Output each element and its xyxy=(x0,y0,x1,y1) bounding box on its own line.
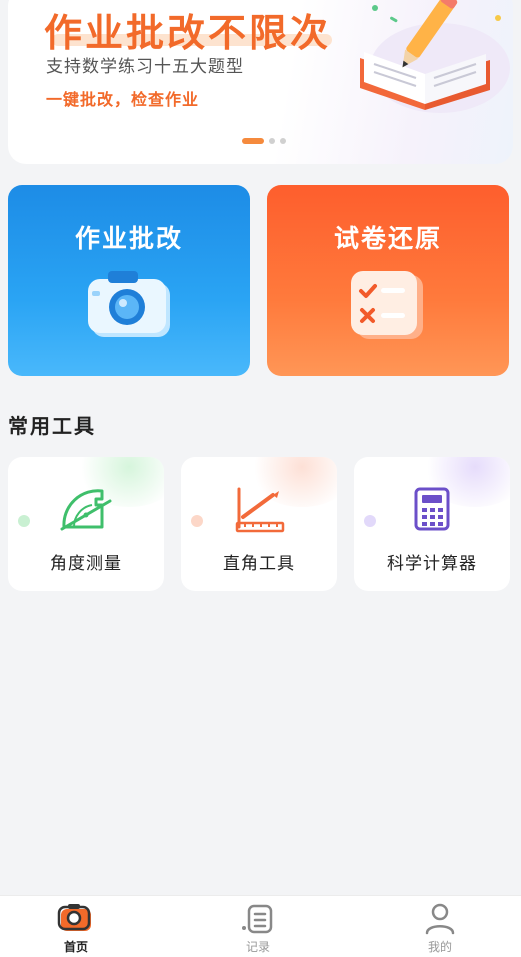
tool-spot xyxy=(191,515,203,527)
banner-title: 作业批改不限次 xyxy=(44,11,332,55)
nav-record-label: 记录 xyxy=(245,940,270,954)
banner-subtitle: 支持数学练习十五大题型 xyxy=(46,57,244,77)
checklist-icon xyxy=(351,271,423,339)
banner-tagline: 一键批改，检查作业 xyxy=(46,90,200,109)
tool-spot xyxy=(18,515,30,527)
protractor-icon xyxy=(60,489,112,531)
calculator-icon xyxy=(414,487,450,531)
pagination-dot xyxy=(280,138,286,144)
tools-section-title: 常用工具 xyxy=(8,414,96,438)
paper-restore-card[interactable]: 试卷还原 xyxy=(267,185,509,376)
nav-home-label: 首页 xyxy=(63,940,88,954)
nav-item-home[interactable]: 首页 xyxy=(26,902,126,957)
promo-banner[interactable]: 作业批改不限次 支持数学练习十五大题型 一键批改，检查作业 xyxy=(8,0,513,164)
tool-angle-measure-label: 角度测量 xyxy=(50,554,122,574)
tool-scientific-calculator-label: 科学计算器 xyxy=(387,554,477,574)
tool-right-angle[interactable]: 直角工具 xyxy=(181,457,337,591)
bottom-nav: 首页 记录 我的 xyxy=(0,895,521,957)
banner-pagination xyxy=(242,138,286,144)
paper-restore-label: 试卷还原 xyxy=(333,224,442,253)
tool-right-angle-label: 直角工具 xyxy=(223,554,295,574)
pagination-dot-active xyxy=(242,138,264,144)
person-icon xyxy=(425,903,455,935)
homework-correction-label: 作业批改 xyxy=(74,224,183,253)
ruler-angle-icon xyxy=(235,487,285,533)
tool-angle-measure[interactable]: 角度测量 xyxy=(8,457,164,591)
pagination-dot xyxy=(269,138,275,144)
nav-item-record[interactable]: 记录 xyxy=(208,902,308,957)
nav-item-me[interactable]: 我的 xyxy=(390,902,490,957)
camera-home-icon xyxy=(57,904,91,931)
camera-icon xyxy=(88,271,170,337)
tool-scientific-calculator[interactable]: 科学计算器 xyxy=(354,457,510,591)
homework-correction-card[interactable]: 作业批改 xyxy=(8,185,250,376)
nav-me-label: 我的 xyxy=(427,940,452,954)
list-icon xyxy=(242,904,273,934)
book-pencil-illustration xyxy=(360,0,510,113)
tool-spot xyxy=(364,515,376,527)
